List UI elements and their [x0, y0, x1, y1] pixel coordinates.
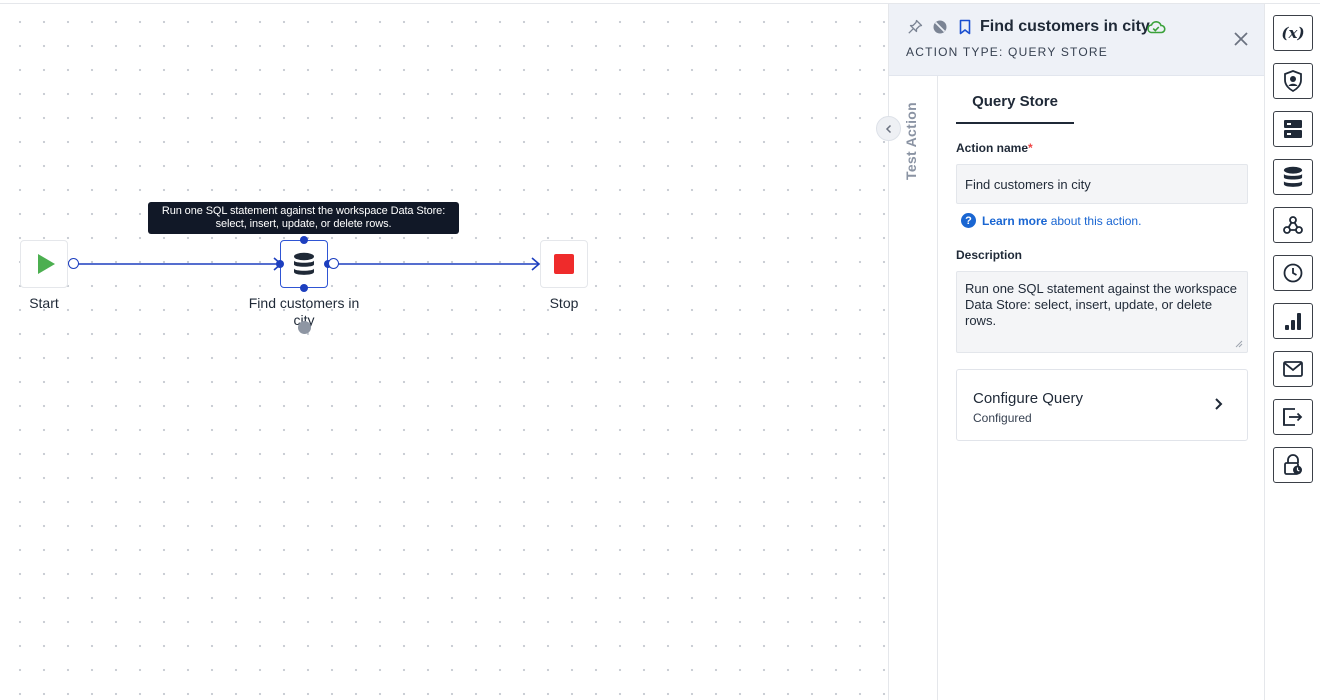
- webhook-icon: [1283, 216, 1303, 234]
- variables-icon: (x): [1281, 24, 1305, 42]
- description-text: Run one SQL statement against the worksp…: [965, 281, 1237, 328]
- bookmark-icon[interactable]: [957, 19, 973, 35]
- query-store-node[interactable]: [280, 240, 328, 288]
- user-shield-button[interactable]: [1273, 63, 1313, 99]
- description-label: Description: [956, 248, 1023, 262]
- database-button[interactable]: [1273, 159, 1313, 195]
- analytics-button[interactable]: [1273, 303, 1313, 339]
- webhook-button[interactable]: [1273, 207, 1313, 243]
- right-toolbar: (x): [1264, 4, 1320, 700]
- exit-button[interactable]: [1273, 399, 1313, 435]
- header-icon-group: [907, 19, 973, 35]
- close-button[interactable]: [1231, 29, 1251, 49]
- stop-node[interactable]: [540, 240, 588, 288]
- action-panel: Find customers in city ACTION TYPE: QUER…: [876, 4, 1264, 700]
- action-name-label: Action name*: [956, 141, 1033, 155]
- tab-query-store[interactable]: Query Store: [956, 81, 1074, 124]
- play-icon: [37, 254, 55, 274]
- add-step-handle[interactable]: [298, 321, 311, 334]
- stop-node-label: Stop: [549, 295, 579, 311]
- description-textarea[interactable]: Run one SQL statement against the worksp…: [956, 271, 1248, 353]
- database-icon: [1283, 166, 1303, 187]
- configure-query-status: Configured: [973, 411, 1032, 425]
- workflow-canvas[interactable]: Run one SQL statement against the worksp…: [0, 4, 888, 700]
- close-icon: [1234, 32, 1248, 46]
- learn-more-text: about this action.: [1050, 213, 1142, 228]
- test-action-label: Test Action: [903, 102, 919, 180]
- server-button[interactable]: [1273, 111, 1313, 147]
- cloud-check-icon: [1146, 19, 1166, 40]
- configure-query-title: Configure Query: [973, 390, 1084, 407]
- stop-icon: [554, 254, 574, 274]
- server-icon: [1284, 120, 1302, 138]
- bar-chart-icon: [1285, 313, 1301, 330]
- lock-clock-button[interactable]: [1273, 447, 1313, 483]
- start-output-port[interactable]: [68, 258, 79, 269]
- mail-icon: [1283, 361, 1303, 377]
- query-node-bottom-handle[interactable]: [300, 284, 308, 292]
- required-mark: *: [1028, 141, 1033, 155]
- app-root: Run one SQL statement against the worksp…: [0, 0, 1320, 700]
- resize-handle-icon[interactable]: [1235, 340, 1243, 348]
- action-name-input[interactable]: [956, 164, 1248, 204]
- tooltip-line-2: select, insert, update, or delete rows.: [215, 218, 392, 230]
- help-icon: ?: [961, 213, 976, 228]
- learn-more-link[interactable]: Learn more: [982, 214, 1047, 228]
- mail-button[interactable]: [1273, 351, 1313, 387]
- edge-arrowhead-stop: [531, 257, 541, 271]
- schedule-button[interactable]: [1273, 255, 1313, 291]
- query-output-port[interactable]: [328, 258, 339, 269]
- start-node-label: Start: [29, 295, 59, 311]
- variables-button[interactable]: (x): [1273, 15, 1313, 51]
- database-icon: [294, 252, 314, 275]
- tab-query-store-label: Query Store: [972, 93, 1058, 110]
- exit-icon: [1283, 408, 1303, 426]
- learn-more-row: ? Learn more about this action.: [961, 213, 1141, 228]
- panel-header: Find customers in city ACTION TYPE: QUER…: [889, 4, 1264, 76]
- action-title: Find customers in city: [980, 18, 1150, 35]
- query-node-top-handle[interactable]: [300, 236, 308, 244]
- collapse-panel-button[interactable]: [876, 116, 901, 141]
- configure-query-card[interactable]: Configure Query Configured: [956, 369, 1248, 441]
- user-shield-icon: [1284, 70, 1302, 92]
- tooltip-line-1: Run one SQL statement against the worksp…: [161, 205, 446, 217]
- lock-clock-icon: [1284, 454, 1302, 475]
- chevron-right-icon: [1215, 398, 1223, 410]
- test-action-tab[interactable]: Test Action: [889, 76, 938, 700]
- start-node[interactable]: [20, 240, 68, 288]
- pin-icon[interactable]: [907, 19, 923, 35]
- disable-icon[interactable]: [932, 19, 948, 35]
- clock-icon: [1283, 263, 1303, 283]
- workflow-edges: [74, 257, 541, 271]
- node-tooltip: Run one SQL statement against the worksp…: [148, 202, 459, 234]
- action-type-label: ACTION TYPE: QUERY STORE: [906, 45, 1108, 59]
- query-node-left-handle[interactable]: [276, 260, 284, 268]
- chevron-left-icon: [885, 124, 891, 133]
